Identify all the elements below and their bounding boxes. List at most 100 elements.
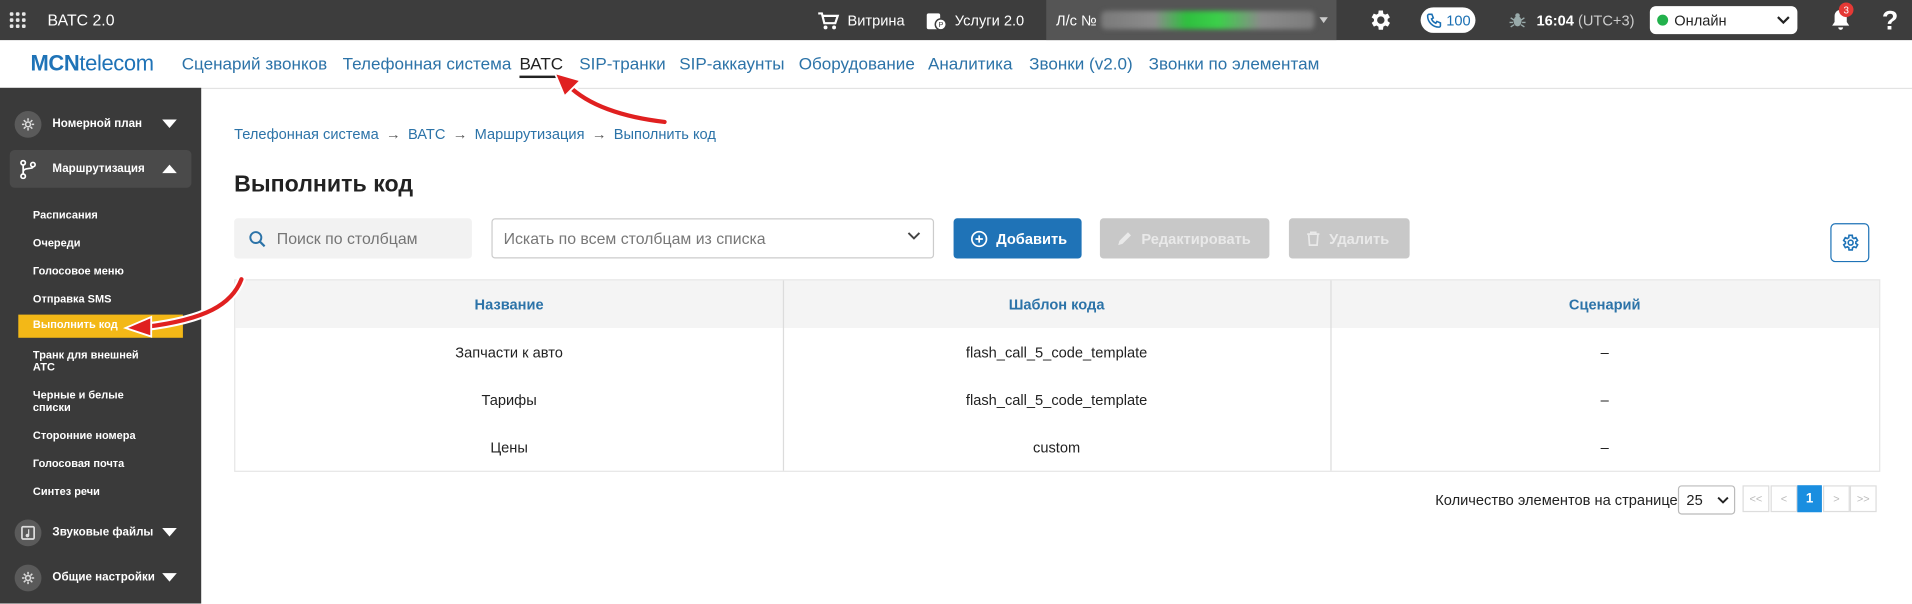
breadcrumb-arrow-icon: →	[452, 125, 468, 143]
sidebar-group-sound-files[interactable]: Звуковые файлы	[10, 513, 192, 551]
add-button[interactable]: Добавить	[953, 218, 1082, 259]
sidebar-group-label: Номерной план	[52, 117, 143, 131]
column-header-scenario[interactable]: Сценарий	[1330, 280, 1879, 328]
pager-next[interactable]: >	[1823, 485, 1850, 513]
chevron-down-icon	[907, 232, 921, 240]
bug-icon	[1509, 13, 1526, 28]
sidebar-item-voice-menu[interactable]: Голосовое меню	[33, 265, 179, 277]
delete-button[interactable]: Удалить	[1288, 218, 1410, 259]
breadcrumb-vats[interactable]: ВАТС	[408, 126, 445, 143]
edit-button[interactable]: Редактировать	[1099, 218, 1270, 259]
menu-call-scenario[interactable]: Сценарий звонков	[182, 54, 328, 74]
sidebar-item-third-party-numbers[interactable]: Сторонние номера	[33, 429, 179, 441]
gear-icon[interactable]	[1366, 0, 1393, 40]
cell-template: custom	[1033, 438, 1081, 456]
clock: 16:04 (UTC+3)	[1508, 0, 1634, 40]
menu-analytics[interactable]: Аналитика	[928, 54, 1013, 74]
chevron-down-icon	[162, 528, 177, 537]
sidebar-group-label: Общие настройки	[52, 570, 155, 585]
sound-files-icon	[14, 518, 42, 546]
column-header-name[interactable]: Название	[235, 280, 783, 328]
services-icon: P	[926, 12, 947, 30]
sidebar-item-external-trunk[interactable]: Транк для внешней АТС	[33, 349, 155, 373]
phone-count: 100	[1446, 11, 1471, 29]
column-search-box[interactable]	[234, 218, 472, 259]
sidebar-item-voicemail[interactable]: Голосовая почта	[33, 457, 179, 469]
cell-template: flash_call_5_code_template	[965, 390, 1148, 408]
account-number-redacted	[1101, 10, 1315, 30]
showcase-link[interactable]: Витрина	[817, 0, 905, 40]
menu-equipment[interactable]: Оборудование	[799, 54, 915, 74]
settings-icon	[14, 563, 42, 591]
columns-filter-select[interactable]: Искать по всем столбцам из списка	[491, 218, 935, 259]
breadcrumb-routing[interactable]: Маршрутизация	[475, 126, 585, 143]
sidebar-item-schedules[interactable]: Расписания	[33, 209, 179, 221]
menu-sip-accounts[interactable]: SIP-аккаунты	[679, 54, 784, 74]
dial-plan-icon	[14, 110, 42, 138]
breadcrumb-arrow-icon: →	[386, 125, 401, 143]
breadcrumb-run-code[interactable]: Выполнить код	[614, 126, 716, 143]
sidebar-group-routing[interactable]: Маршрутизация	[9, 149, 192, 188]
pager-first[interactable]: <<	[1742, 485, 1770, 513]
menu-calls-v2[interactable]: Звонки (v2.0)	[1029, 54, 1132, 74]
add-button-label: Добавить	[996, 229, 1068, 247]
time-value: 16:04	[1536, 11, 1574, 29]
cell-scenario: –	[1600, 390, 1609, 408]
column-header-template[interactable]: Шаблон кода	[783, 280, 1331, 328]
status-select[interactable]: Онлайн	[1649, 6, 1798, 35]
cell-scenario: –	[1600, 438, 1609, 456]
code-table: Название Шаблон кода Сценарий Запчасти к…	[234, 279, 1881, 472]
page-size-value: 25	[1686, 491, 1703, 509]
notifications-badge: 3	[1838, 2, 1854, 18]
apps-grid-icon[interactable]	[9, 0, 27, 40]
sidebar-item-queues[interactable]: Очереди	[33, 237, 179, 249]
chevron-down-icon	[1777, 16, 1790, 25]
edit-button-label: Редактировать	[1141, 229, 1251, 247]
breadcrumb-arrow-icon: →	[591, 125, 607, 143]
services-link[interactable]: P Услуги 2.0	[926, 0, 1024, 40]
sidebar-item-run-code[interactable]: Выполнить код	[18, 314, 183, 338]
pager-prev[interactable]: <	[1770, 485, 1798, 513]
chevron-down-icon	[1319, 17, 1328, 24]
sidebar-group-dial-plan[interactable]: Номерной план	[10, 105, 192, 143]
page-title: Выполнить код	[234, 171, 414, 198]
menu-sip-trunks[interactable]: SIP-транки	[579, 54, 665, 74]
showcase-label: Витрина	[847, 11, 905, 29]
menu-vats[interactable]: ВАТС	[519, 54, 563, 79]
top-bar: ВАТС 2.0 Витрина P Услуги 2.0 Л/с № 100 …	[0, 0, 1912, 41]
cell-template: flash_call_5_code_template	[965, 343, 1148, 361]
sidebar-item-send-sms[interactable]: Отправка SMS	[33, 293, 179, 305]
cell-name: Цены	[490, 438, 528, 456]
app-title: ВАТС 2.0	[47, 10, 115, 30]
sidebar-item-speech-synthesis[interactable]: Синтез речи	[33, 485, 179, 497]
sidebar-group-label: Маршрутизация	[52, 162, 145, 176]
chevron-up-icon	[162, 164, 177, 174]
pager-last[interactable]: >>	[1849, 485, 1877, 513]
pager-current[interactable]: 1	[1797, 485, 1822, 513]
delete-button-label: Удалить	[1329, 229, 1390, 247]
sidebar: Номерной план Маршрутизация Расписания О…	[0, 87, 202, 604]
table-settings-button[interactable]	[1830, 223, 1870, 263]
breadcrumb: Телефонная система → ВАТС → Маршрутизация →…	[234, 126, 716, 143]
timezone: (UTC+3)	[1577, 11, 1635, 29]
mcn-logo[interactable]: MCNtelecom	[30, 51, 154, 77]
search-input[interactable]	[274, 228, 463, 249]
page-size-select[interactable]: 25	[1677, 485, 1736, 515]
page-size-label: Количество элементов на странице	[1435, 491, 1678, 509]
sidebar-item-black-white-lists[interactable]: Черные и белые списки	[33, 389, 143, 413]
routing-icon	[15, 155, 42, 182]
account-selector[interactable]: Л/с №	[1046, 0, 1337, 41]
chevron-down-icon	[162, 119, 177, 129]
cart-icon	[818, 11, 840, 29]
breadcrumb-phone-system[interactable]: Телефонная система	[234, 126, 379, 143]
cell-name: Запчасти к авто	[455, 343, 563, 361]
logo-bold: MCN	[30, 51, 80, 76]
sidebar-group-general-settings[interactable]: Общие настройки	[10, 558, 192, 596]
phone-icon	[1426, 12, 1442, 28]
cell-name: Тарифы	[481, 390, 537, 408]
menu-phone-system[interactable]: Телефонная система	[343, 54, 512, 74]
menu-calls-by-elements[interactable]: Звонки по элементам	[1149, 54, 1320, 74]
help-icon[interactable]: ?	[1880, 0, 1900, 40]
search-icon	[249, 230, 266, 247]
phone-lines-pill[interactable]: 100	[1420, 7, 1476, 33]
